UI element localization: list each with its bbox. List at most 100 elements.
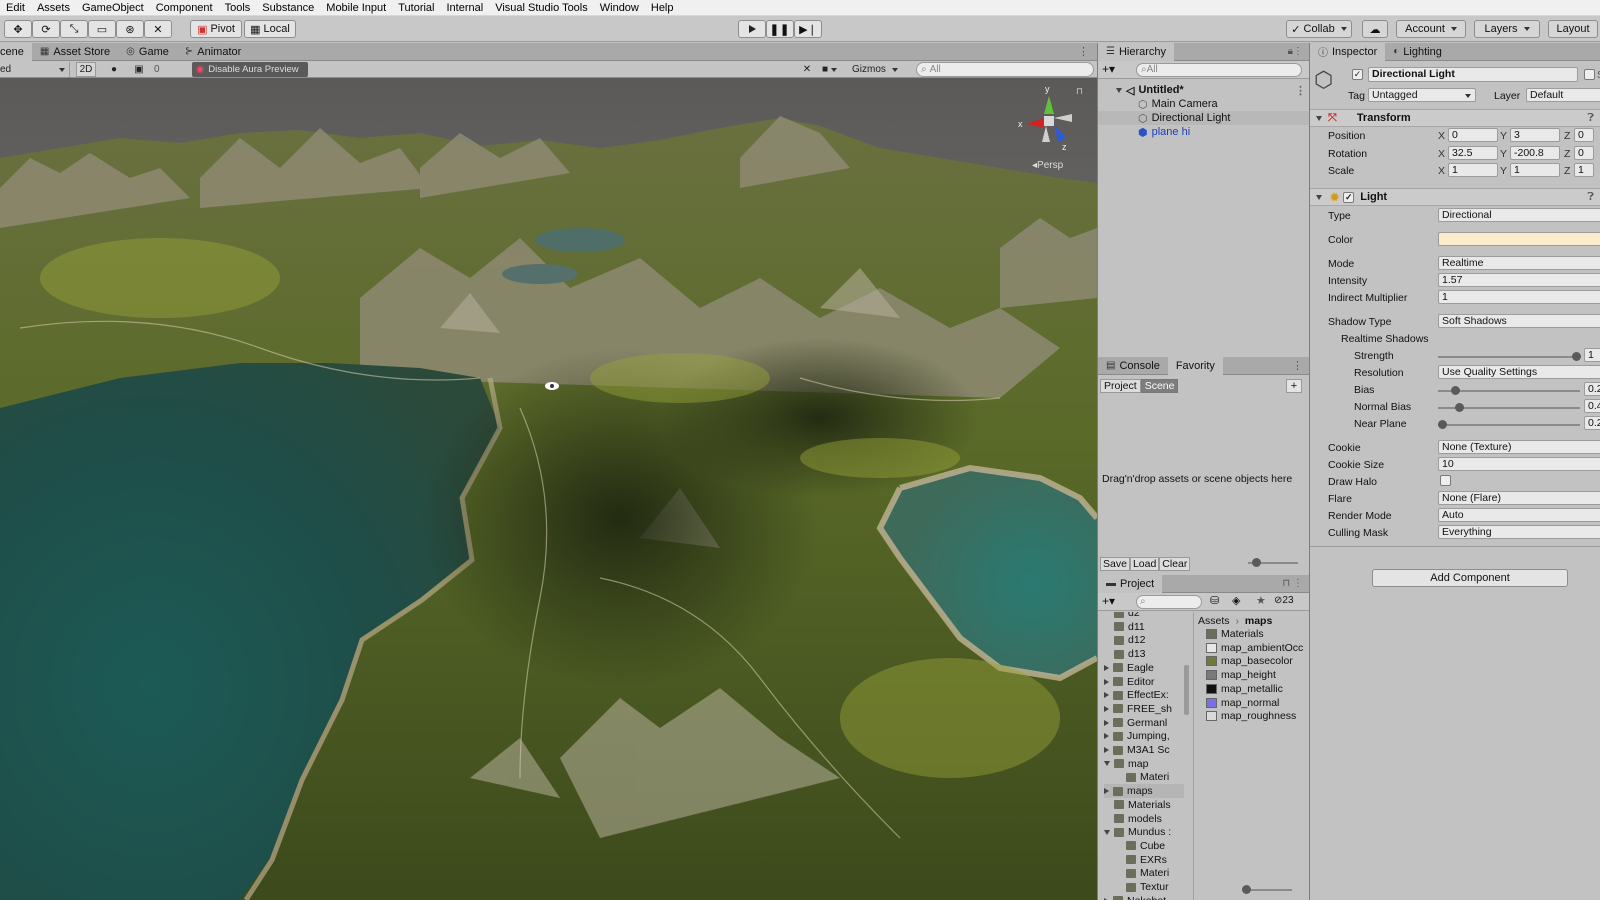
kebab-icon[interactable]: ⋮ — [1292, 359, 1303, 372]
lock-icon[interactable]: 🔒︎⋮ — [1288, 46, 1303, 57]
step-button[interactable]: ▶❘ — [794, 20, 822, 38]
project-tree-item[interactable]: Nokobot — [1104, 894, 1166, 900]
menu-edit[interactable]: Edit — [0, 2, 31, 14]
tab-scene[interactable]: cene — [0, 42, 32, 61]
play-button[interactable] — [738, 20, 766, 38]
expand-arrow-icon[interactable] — [1104, 733, 1109, 740]
menu-assets[interactable]: Assets — [31, 2, 76, 14]
axis-z-label[interactable]: Z — [1564, 148, 1570, 160]
subtab-scene[interactable]: Scene — [1140, 379, 1179, 393]
kebab-icon[interactable]: ⋮ — [1295, 84, 1306, 97]
cookie-size-input[interactable]: 10 — [1438, 457, 1600, 471]
menu-mobile-input[interactable]: Mobile Input — [320, 2, 392, 14]
scene-viewport[interactable]: y x z ◂Persp ⊓ — [0, 78, 1097, 900]
mode-dropdown[interactable]: Realtime — [1438, 256, 1600, 270]
layer-dropdown[interactable]: Default — [1526, 88, 1600, 102]
create-plus-icon[interactable]: +▾ — [1102, 594, 1115, 608]
axis-y-label[interactable]: Y — [1500, 130, 1507, 142]
expand-arrow-icon[interactable] — [1104, 678, 1109, 685]
subtab-project[interactable]: Project — [1100, 379, 1141, 393]
shadow-type-dropdown[interactable]: Soft Shadows — [1438, 314, 1600, 328]
tab-animator[interactable]: ⊱ Animator — [177, 43, 249, 61]
indirect-input[interactable]: 1 — [1438, 290, 1600, 304]
menu-tutorial[interactable]: Tutorial — [392, 2, 440, 14]
transform-x-input[interactable]: 1 — [1448, 163, 1498, 177]
pivot-toggle[interactable]: ▣ Pivot — [190, 20, 242, 38]
transform-z-input[interactable]: 0 — [1574, 145, 1594, 160]
shading-mode-dropdown[interactable]: ed — [0, 62, 70, 77]
orientation-gizmo[interactable]: y x z ◂Persp ⊓ — [1014, 84, 1084, 174]
tab-console[interactable]: ▤ Console — [1098, 357, 1168, 375]
project-tree-item[interactable]: Mundus : — [1104, 825, 1171, 839]
transform-x-input[interactable]: 0 — [1448, 128, 1498, 142]
breadcrumb-assets[interactable]: Assets — [1198, 615, 1230, 627]
slider-knob[interactable] — [1451, 386, 1461, 395]
scene-root-item[interactable]: ◁ Untitled* ⋮ — [1116, 83, 1306, 97]
cookie-field[interactable]: None (Texture) — [1438, 440, 1600, 454]
2d-toggle[interactable]: 2D — [76, 62, 96, 77]
tag-dropdown[interactable]: Untagged — [1368, 88, 1476, 102]
type-dropdown[interactable]: Directional — [1438, 208, 1600, 222]
account-dropdown[interactable]: Account — [1396, 20, 1466, 38]
help-icon[interactable]: ❓︎ — [1587, 112, 1594, 125]
draw-halo-checkbox[interactable] — [1440, 475, 1451, 486]
intensity-input[interactable]: 1.57 — [1438, 273, 1600, 287]
transform-y-input[interactable]: -200.8 — [1510, 145, 1560, 160]
light-toggle[interactable]: ● — [104, 62, 124, 77]
menu-gameobject[interactable]: GameObject — [76, 2, 150, 14]
transform-y-input[interactable]: 3 — [1510, 128, 1560, 142]
hierarchy-item-directional-light[interactable]: ⬡ Directional Light — [1098, 111, 1309, 125]
menu-tools[interactable]: Tools — [219, 2, 257, 14]
slider-knob[interactable] — [1438, 420, 1448, 429]
lock-icon[interactable]: ⊓ — [1076, 86, 1083, 97]
tools-toggle[interactable]: ✕ — [798, 62, 816, 77]
project-tree-item[interactable]: Jumping, — [1104, 729, 1170, 743]
culling-mask-dropdown[interactable]: Everything — [1438, 525, 1600, 539]
project-tree-item[interactable]: Materials — [1114, 798, 1171, 812]
bias-slider[interactable] — [1438, 386, 1580, 395]
project-asset-item[interactable]: map_roughness — [1206, 709, 1296, 723]
axis-y-label[interactable]: Y — [1500, 165, 1507, 177]
custom-tool-button[interactable]: ✕ — [144, 20, 172, 38]
color-field[interactable] — [1438, 232, 1600, 246]
axis-x-label[interactable]: X — [1438, 165, 1445, 177]
cloud-button[interactable]: ☁ — [1362, 20, 1388, 38]
slider-knob[interactable] — [1252, 558, 1261, 567]
project-search-input[interactable]: ⌕ — [1136, 595, 1202, 609]
menu-internal[interactable]: Internal — [441, 2, 490, 14]
active-checkbox[interactable]: ✓ — [1352, 69, 1363, 80]
expand-arrow-icon[interactable] — [1104, 705, 1109, 712]
bias-input[interactable]: 0.2 — [1584, 382, 1600, 396]
light-header[interactable]: ✹ ✓ Light ❓︎ — [1310, 188, 1600, 206]
project-tree-item[interactable]: Germanl — [1104, 716, 1167, 730]
project-tree-item[interactable]: FREE_sh — [1104, 702, 1172, 716]
clear-button[interactable]: Clear — [1159, 557, 1191, 571]
expand-arrow-icon[interactable] — [1104, 788, 1109, 795]
breadcrumb-maps[interactable]: maps — [1245, 615, 1272, 627]
camera-dropdown[interactable]: ■ — [822, 62, 850, 77]
favorite-star-icon[interactable]: ★ — [1256, 594, 1266, 607]
transform-tool-button[interactable]: ⊛ — [116, 20, 144, 38]
menu-substance[interactable]: Substance — [256, 2, 320, 14]
near-plane-slider[interactable] — [1438, 420, 1580, 429]
add-component-button[interactable]: Add Component — [1372, 569, 1568, 587]
slider-knob[interactable] — [1242, 885, 1251, 894]
project-tree-item[interactable]: Textur — [1126, 880, 1169, 894]
create-plus-icon[interactable]: +▾ — [1102, 62, 1115, 76]
rect-tool-button[interactable]: ▭ — [88, 20, 116, 38]
slider-knob[interactable] — [1571, 352, 1581, 361]
transform-z-input[interactable]: 0 — [1574, 128, 1594, 142]
hierarchy-search-input[interactable]: ⌕All — [1136, 63, 1302, 77]
pause-button[interactable]: ❚❚ — [766, 20, 794, 38]
render-mode-dropdown[interactable]: Auto — [1438, 508, 1600, 522]
flare-field[interactable]: None (Flare) — [1438, 491, 1600, 505]
project-tree-item[interactable]: EffectEx: — [1104, 688, 1169, 702]
expand-arrow-icon[interactable] — [1104, 692, 1109, 699]
scene-search-input[interactable]: ⌕ All — [916, 62, 1094, 77]
asset-size-slider[interactable] — [1242, 885, 1292, 894]
normal-bias-slider[interactable] — [1438, 403, 1580, 412]
disable-aura-preview-button[interactable]: ◉ Disable Aura Preview — [192, 62, 308, 77]
project-asset-item[interactable]: map_basecolor — [1206, 654, 1293, 668]
collapse-arrow-icon[interactable] — [1104, 829, 1110, 835]
project-tree-item[interactable]: Editor — [1104, 675, 1154, 689]
